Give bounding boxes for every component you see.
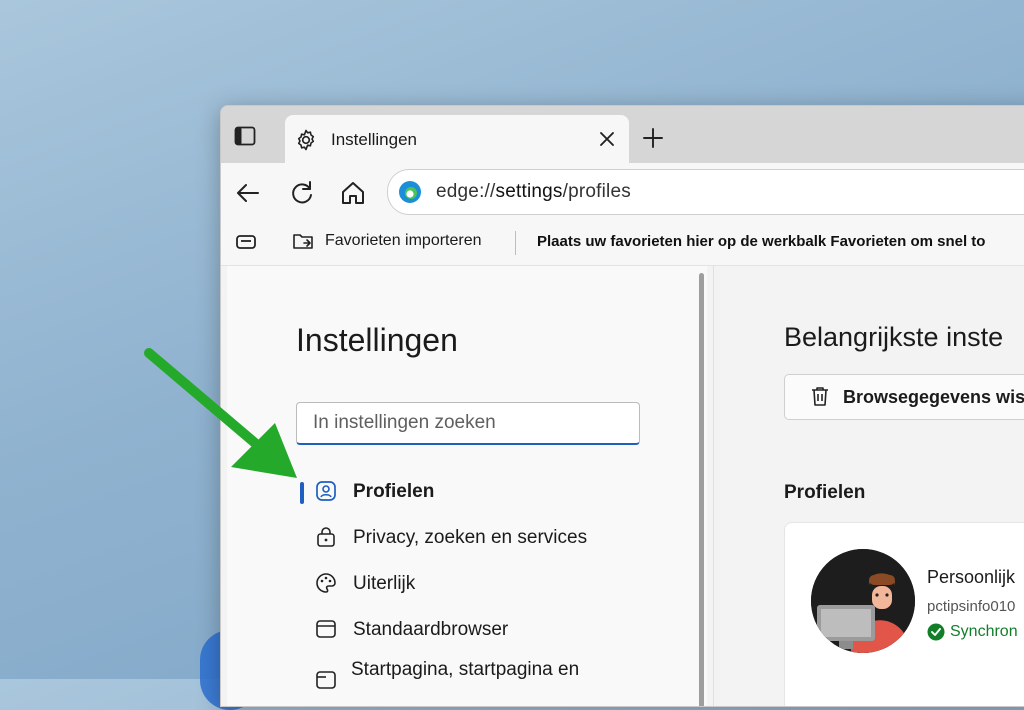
settings-sidebar: Instellingen Profielen Privacy, zoeken e…: [227, 266, 707, 706]
new-tab-plus-icon[interactable]: [641, 126, 665, 150]
green-annotation-arrow-icon: [144, 348, 297, 478]
import-favorites-link[interactable]: Favorieten importeren: [325, 232, 482, 250]
favorites-bar-hint: Plaats uw favorieten hier op de werkbalk…: [537, 233, 986, 250]
refresh-icon[interactable]: [287, 178, 317, 208]
sidebar-item-label: Uiterlijk: [353, 573, 416, 594]
tab-actions-icon[interactable]: [233, 124, 257, 148]
sidebar-item-profielen[interactable]: Profielen: [295, 471, 695, 517]
sidebar-item-startpagina[interactable]: Startpagina, startpagina en: [295, 655, 695, 701]
profile-icon: [316, 481, 336, 501]
tab-settings[interactable]: Instellingen: [285, 115, 629, 163]
settings-menu: Profielen Privacy, zoeken en services Ui…: [295, 471, 695, 701]
favorites-bar-divider: [515, 231, 516, 255]
back-arrow-icon[interactable]: [233, 178, 263, 208]
home-page-icon: [316, 671, 336, 689]
lock-icon: [317, 527, 335, 547]
gear-icon: [297, 129, 315, 151]
address-bar[interactable]: edge://settings/profiles: [387, 169, 1024, 215]
sidebar-item-uiterlijk[interactable]: Uiterlijk: [295, 563, 695, 609]
collections-icon[interactable]: [235, 231, 259, 253]
profile-card[interactable]: Persoonlijk pctipsinfo010 Synchron: [784, 522, 1024, 706]
sidebar-item-label: Privacy, zoeken en services: [353, 527, 588, 548]
avatar: [811, 549, 915, 653]
clear-browsing-data-button[interactable]: Browsegegevens wis: [784, 374, 1024, 420]
close-icon[interactable]: [596, 128, 618, 150]
sidebar-item-label: Profielen: [353, 481, 435, 502]
settings-search-input[interactable]: [296, 402, 640, 445]
sidebar-item-label: Standaardbrowser: [353, 619, 509, 640]
address-url: edge://settings/profiles: [436, 181, 631, 202]
sync-status-label: Synchron: [950, 623, 1018, 640]
sidebar-item-privacy[interactable]: Privacy, zoeken en services: [295, 517, 695, 563]
home-icon[interactable]: [338, 178, 368, 208]
folder-import-icon[interactable]: [291, 229, 315, 253]
tab-strip: Instellingen: [221, 106, 1024, 163]
profiles-section-title: Profielen: [784, 482, 866, 503]
settings-main-pane: Belangrijkste inste Browsegegevens wis P…: [714, 266, 1024, 706]
browser-window: Instellingen edge://settings/profiles Fa…: [220, 105, 1024, 707]
sidebar-heading: Instellingen: [296, 322, 458, 358]
main-heading: Belangrijkste inste: [784, 322, 1004, 352]
navigation-toolbar: edge://settings/profiles: [221, 163, 1024, 221]
check-circle-icon: [927, 623, 945, 641]
favorites-bar: Favorieten importeren Plaats uw favoriet…: [221, 221, 1024, 266]
tab-title: Instellingen: [331, 130, 418, 149]
sidebar-scrollbar[interactable]: [699, 273, 704, 706]
sidebar-item-label: Startpagina, startpagina en: [351, 659, 580, 680]
trash-icon: [812, 387, 828, 406]
profile-name: Persoonlijk: [927, 567, 1016, 587]
palette-icon: [316, 573, 336, 593]
profile-email: pctipsinfo010: [927, 598, 1016, 615]
sidebar-item-standaardbrowser[interactable]: Standaardbrowser: [295, 609, 695, 655]
clear-browsing-data-label: Browsegegevens wis: [843, 387, 1024, 407]
edge-logo-icon: [399, 181, 421, 203]
browser-window-icon: [316, 620, 336, 638]
active-indicator: [300, 482, 304, 504]
